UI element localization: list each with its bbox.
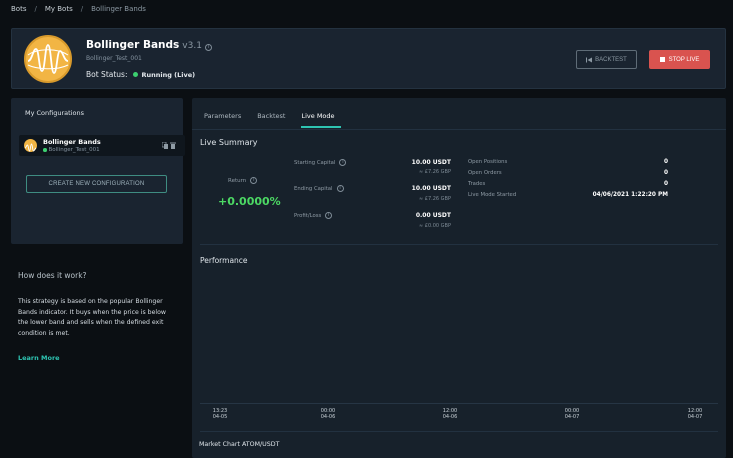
bot-logo [24, 35, 72, 83]
main-panel: Parameters Backtest Live Mode Live Summa… [192, 98, 726, 458]
performance-x-axis [200, 403, 718, 404]
backtest-button[interactable]: BACKTEST [576, 50, 637, 69]
how-it-works-title: How does it work? [18, 271, 87, 280]
tab-backtest[interactable]: Backtest [257, 112, 292, 128]
open-positions-value: 0 [663, 159, 668, 165]
profit-loss-label-text: Profit/Loss [294, 212, 322, 219]
tab-divider [192, 129, 726, 130]
bot-version: v3.1 [182, 41, 202, 51]
bot-status-value: Running (Live) [133, 71, 195, 79]
ending-capital-gbp: ≈ £7.26 GBP [418, 196, 451, 202]
ending-capital-value: 10.00 USDT [411, 185, 451, 192]
info-icon[interactable]: i [325, 212, 333, 219]
starting-capital-label: Starting Capital i [294, 159, 347, 166]
stop-live-label: STOP LIVE [668, 56, 700, 63]
breadcrumb-bots[interactable]: Bots [11, 5, 26, 13]
backtest-label: BACKTEST [595, 56, 627, 63]
return-label-text: Return [228, 177, 247, 184]
bot-header: Bollinger Bands v3.1 i Bollinger_Test_00… [11, 28, 726, 89]
tab-live-mode[interactable]: Live Mode [301, 112, 341, 128]
bot-title: Bollinger Bands v3.1 i [86, 39, 212, 51]
profit-loss-value: 0.00 USDT [415, 212, 451, 219]
tabs: Parameters Backtest Live Mode [204, 112, 341, 128]
configurations-title: My Configurations [25, 109, 84, 117]
x-tick-label: 00:00 04-07 [557, 408, 587, 420]
open-orders-value: 0 [663, 170, 668, 176]
performance-title: Performance [200, 256, 248, 265]
starting-capital-label-text: Starting Capital [294, 159, 336, 166]
trash-icon[interactable] [170, 142, 176, 149]
open-orders-label: Open Orders [468, 170, 502, 176]
config-item-sub-text: Bollinger_Test_001 [48, 147, 100, 153]
how-it-works-description: This strategy is based on the popular Bo… [18, 298, 166, 337]
x-tick-label: 13:23 04-05 [205, 408, 235, 420]
x-tick-date: 04-07 [564, 414, 580, 420]
market-chart-title: Market Chart ATOM/USDT [199, 441, 280, 448]
open-positions-label: Open Positions [468, 159, 508, 165]
profit-loss-label: Profit/Loss i [294, 212, 333, 219]
config-item-name: Bollinger Bands [43, 138, 101, 146]
config-item-sub: Bollinger_Test_001 [43, 147, 100, 153]
return-label: Return i [228, 177, 258, 184]
wave-icon [24, 143, 37, 152]
status-dot-icon [133, 72, 139, 77]
config-item[interactable]: Bollinger Bands Bollinger_Test_001 [19, 135, 185, 156]
breadcrumb-separator: / [80, 5, 84, 13]
bot-name: Bollinger Bands [86, 39, 180, 51]
config-logo [24, 139, 37, 152]
starting-capital-value: 10.00 USDT [411, 159, 451, 166]
bot-status: Bot Status: Running (Live) [86, 70, 195, 79]
return-value: +0.0000% [218, 195, 281, 208]
x-tick-label: 12:00 04-07 [680, 408, 710, 420]
x-tick-date: 04-06 [442, 414, 458, 420]
info-icon[interactable]: i [336, 185, 344, 192]
create-configuration-button[interactable]: CREATE NEW CONFIGURATION [26, 175, 167, 193]
skip-back-icon [586, 57, 593, 62]
tab-parameters[interactable]: Parameters [204, 112, 248, 128]
live-summary-title: Live Summary [200, 138, 258, 147]
ending-capital-label: Ending Capital i [294, 185, 344, 192]
info-icon[interactable]: i [250, 177, 258, 184]
section-divider [200, 431, 718, 432]
stop-live-button[interactable]: STOP LIVE [649, 50, 710, 69]
x-tick-date: 04-06 [320, 414, 336, 420]
copy-icon[interactable] [162, 142, 168, 149]
x-tick-date: 04-07 [687, 414, 703, 420]
starting-capital-gbp: ≈ £7.26 GBP [418, 169, 451, 175]
breadcrumb-my-bots[interactable]: My Bots [45, 5, 73, 13]
breadcrumb: Bots / My Bots / Bollinger Bands [11, 5, 146, 13]
wave-icon [27, 44, 69, 74]
status-dot-icon [43, 148, 47, 152]
x-tick-date: 04-05 [212, 414, 228, 420]
x-tick-label: 00:00 04-06 [313, 408, 343, 420]
trades-value: 0 [663, 181, 668, 187]
section-divider [200, 244, 718, 245]
info-icon[interactable]: i [339, 159, 347, 166]
x-tick-label: 12:00 04-06 [435, 408, 465, 420]
bot-status-label: Bot Status: [86, 70, 128, 79]
trades-label: Trades [468, 181, 486, 187]
bot-config-name: Bollinger_Test_001 [86, 55, 142, 62]
info-icon[interactable]: i [204, 44, 212, 51]
learn-more-link[interactable]: Learn More [18, 354, 60, 362]
breadcrumb-current: Bollinger Bands [91, 5, 146, 13]
ending-capital-label-text: Ending Capital [294, 185, 333, 192]
stop-icon [659, 57, 665, 62]
configurations-panel: My Configurations Bollinger Bands Bollin… [11, 98, 185, 244]
breadcrumb-separator: / [34, 5, 37, 13]
profit-loss-gbp: ≈ £0.00 GBP [418, 223, 451, 229]
live-mode-started-value: 04/06/2021 1:22:20 PM [592, 192, 668, 198]
live-mode-started-label: Live Mode Started [468, 192, 517, 198]
bot-status-text: Running (Live) [141, 70, 196, 79]
